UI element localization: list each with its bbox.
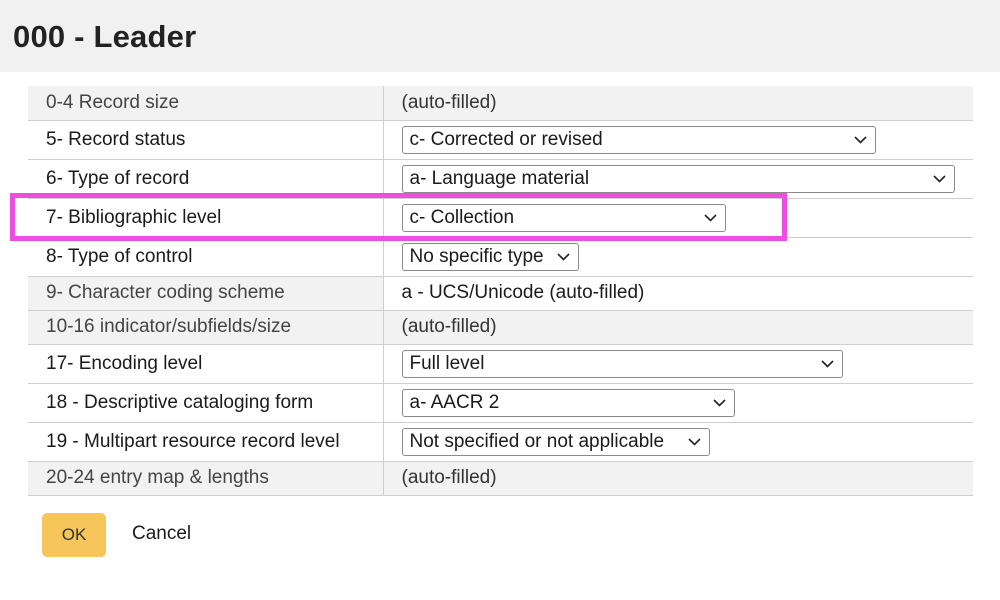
select-value: a- Language material [409,167,590,189]
table-row-bibliographic-level: 7- Bibliographic level c- Collection [28,198,973,237]
row-label: 10-16 indicator/subfields/size [28,310,384,344]
table-row-descriptive-cataloging: 18 - Descriptive cataloging form a- AACR… [28,383,973,422]
chevron-down-icon [712,390,726,416]
entry-map-value: (auto-filled) [383,461,973,495]
table-row-entry-map: 20-24 entry map & lengths (auto-filled) [28,461,973,495]
table-row-type-of-record: 6- Type of record a- Language material [28,159,973,198]
row-label: 8- Type of control [28,237,384,276]
row-label: 7- Bibliographic level [28,198,384,237]
row-label: 17- Encoding level [28,344,384,383]
select-value: c- Collection [409,206,515,228]
row-label: 9- Character coding scheme [28,276,384,310]
chevron-down-icon [703,205,717,231]
table-row-encoding-level: 17- Encoding level Full level [28,344,973,383]
row-label: 6- Type of record [28,159,384,198]
type-of-record-select[interactable]: a- Language material [401,164,955,193]
table-row-type-of-control: 8- Type of control No specific type [28,237,973,276]
cancel-button[interactable]: Cancel [132,523,191,545]
record-size-value: (auto-filled) [383,86,973,120]
character-coding-value: a - UCS/Unicode (auto-filled) [383,276,973,310]
header-bar: 000 - Leader [0,0,1000,72]
table-row-character-coding: 9- Character coding scheme a - UCS/Unico… [28,276,973,310]
select-value: Full level [409,352,485,374]
chevron-down-icon [556,244,570,270]
chevron-down-icon [687,429,701,455]
table-row-indicator-subfields: 10-16 indicator/subfields/size (auto-fil… [28,310,973,344]
ok-button[interactable]: OK [42,513,106,557]
indicator-subfields-value: (auto-filled) [383,310,973,344]
page-title: 000 - Leader [13,19,197,54]
select-value: Not specified or not applicable [409,430,665,452]
encoding-level-select[interactable]: Full level [401,349,843,378]
record-status-select[interactable]: c- Corrected or revised [401,125,876,154]
table-row-multipart-resource: 19 - Multipart resource record level Not… [28,422,973,461]
row-label: 0-4 Record size [28,86,384,120]
table-row-record-status: 5- Record status c- Corrected or revised [28,120,973,159]
row-label: 19 - Multipart resource record level [28,422,384,461]
multipart-resource-select[interactable]: Not specified or not applicable [401,427,710,456]
leader-table: 0-4 Record size (auto-filled) 5- Record … [28,86,973,496]
select-value: a- AACR 2 [409,391,500,413]
select-value: c- Corrected or revised [409,128,603,150]
chevron-down-icon [853,127,867,153]
descriptive-cataloging-select[interactable]: a- AACR 2 [401,388,735,417]
select-value: No specific type [409,245,544,267]
chevron-down-icon [820,351,834,377]
row-label: 18 - Descriptive cataloging form [28,383,384,422]
bibliographic-level-select[interactable]: c- Collection [401,203,726,232]
row-label: 20-24 entry map & lengths [28,461,384,495]
table-row-record-size: 0-4 Record size (auto-filled) [28,86,973,120]
type-of-control-select[interactable]: No specific type [401,242,579,271]
row-label: 5- Record status [28,120,384,159]
chevron-down-icon [932,166,946,192]
